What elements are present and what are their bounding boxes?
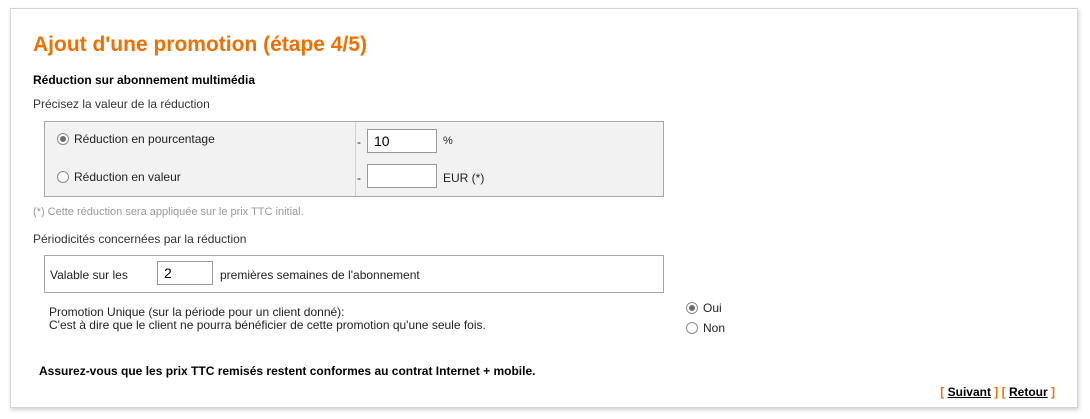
periodicity-box: Valable sur les 2 premières semaines de … [44,255,664,293]
unique-promo-line1: Promotion Unique (sur la période pour un… [49,305,345,319]
column-divider [355,122,356,196]
unique-yes-option[interactable]: Oui [686,301,722,315]
unique-no-radio[interactable] [686,322,698,334]
back-bracket-close: ] [1051,385,1055,399]
back-bracket-open: [ [1001,385,1006,399]
percentage-radio[interactable] [57,133,69,145]
value-option[interactable]: Réduction en valeur [57,170,181,184]
percentage-input[interactable]: 10 [367,129,437,153]
unique-yes-radio[interactable] [686,302,698,314]
value-label: Réduction en valeur [74,170,181,184]
percentage-minus: - [357,135,361,149]
value-radio[interactable] [57,171,69,183]
periodicity-weeks-input[interactable]: 2 [157,261,213,285]
conformity-warning: Assurez-vous que les prix TTC remisés re… [39,364,536,378]
percentage-label: Réduction en pourcentage [74,132,215,146]
value-unit: EUR (*) [443,171,485,185]
unique-promo-line2: C'est à dire que le client ne pourra bén… [49,318,486,332]
page-title: Ajout d'une promotion (étape 4/5) [33,33,367,56]
reduction-heading: Précisez la valeur de la réduction [33,97,210,111]
back-link[interactable]: Retour [1009,385,1048,399]
promotion-form-card: Ajout d'une promotion (étape 4/5) Réduct… [10,8,1078,408]
unique-yes-label: Oui [703,301,722,315]
periodicity-prefix: Valable sur les [50,268,128,282]
next-bracket-open: [ [940,385,945,399]
reduction-options-box: Réduction en pourcentage - 10 % Réductio… [44,121,664,197]
percentage-option[interactable]: Réduction en pourcentage [57,132,215,146]
periodicity-heading: Périodicités concernées par la réduction [33,232,247,246]
next-bracket-close: ] [994,385,999,399]
section-subtitle: Réduction sur abonnement multimédia [33,73,256,87]
next-link[interactable]: Suivant [948,385,991,399]
value-minus: - [357,171,361,185]
percentage-unit: % [443,135,453,147]
periodicity-suffix: premières semaines de l'abonnement [220,268,420,282]
value-input[interactable] [367,164,437,188]
unique-no-option[interactable]: Non [686,321,725,335]
navigation-links: [ Suivant ] [ Retour ] [940,385,1055,399]
unique-no-label: Non [703,321,726,335]
reduction-footnote: (*) Cette réduction sera appliquée sur l… [33,206,304,218]
